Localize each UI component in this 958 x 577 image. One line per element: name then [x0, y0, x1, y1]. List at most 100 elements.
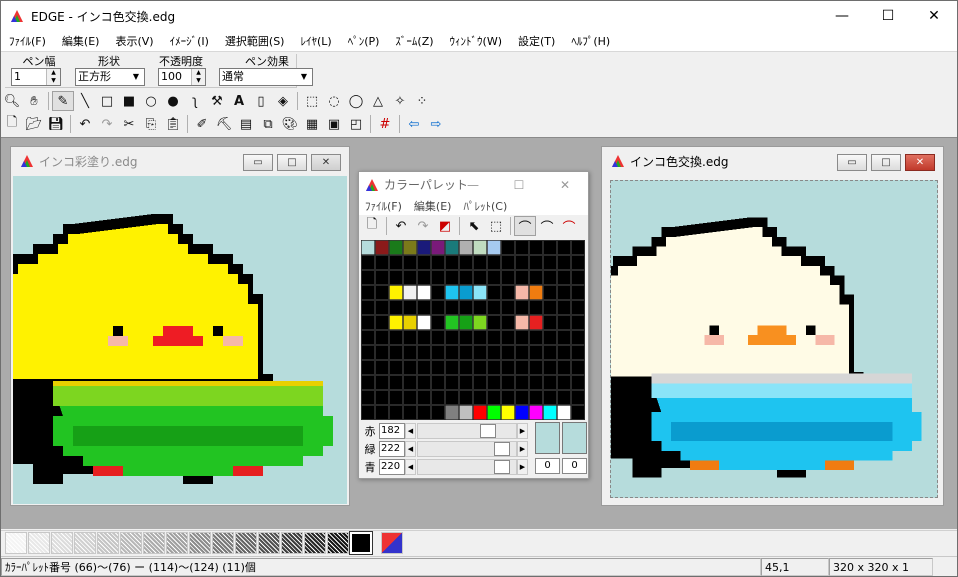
- new-icon[interactable]: 🗋︎: [361, 216, 383, 236]
- palette-swatch[interactable]: [473, 285, 487, 300]
- palette-swatch[interactable]: [459, 330, 473, 345]
- palette-swatch[interactable]: [431, 255, 445, 270]
- palette-swatch[interactable]: [557, 375, 571, 390]
- palette-swatch[interactable]: [445, 330, 459, 345]
- palette-swatch[interactable]: [361, 255, 375, 270]
- palette-swatch[interactable]: [557, 315, 571, 330]
- palette-swatch[interactable]: [557, 270, 571, 285]
- edit-palette-icon[interactable]: ✐: [191, 114, 213, 134]
- menu-edit[interactable]: 編集(E): [54, 33, 108, 49]
- spin-arrows-icon[interactable]: ▲ ▼: [46, 69, 60, 85]
- palette-swatch[interactable]: [571, 330, 585, 345]
- palette-swatch[interactable]: [389, 330, 403, 345]
- palette-swatch[interactable]: [361, 285, 375, 300]
- palette-swatch[interactable]: [557, 285, 571, 300]
- palette-swatch[interactable]: [431, 330, 445, 345]
- palette-swatch[interactable]: [361, 345, 375, 360]
- palette-swatch[interactable]: [375, 300, 389, 315]
- left-arrow-icon[interactable]: ◀: [405, 423, 416, 439]
- palette-swatch[interactable]: [361, 360, 375, 375]
- palette-swatch[interactable]: [515, 375, 529, 390]
- undo-icon[interactable]: ↶: [390, 216, 412, 236]
- palette-menu-file[interactable]: ﾌｧｲﾙ(F): [359, 198, 408, 214]
- palette-swatch[interactable]: [501, 315, 515, 330]
- menu-view[interactable]: 表示(V): [107, 33, 161, 49]
- palette-swatch[interactable]: [543, 390, 557, 405]
- palette-swatch[interactable]: [571, 345, 585, 360]
- palette-swatch[interactable]: [543, 315, 557, 330]
- palette-swatch[interactable]: [515, 240, 529, 255]
- effect-select[interactable]: 通常 ▼: [219, 68, 313, 86]
- palette-swatch[interactable]: [557, 405, 571, 420]
- palette-swatch[interactable]: [515, 360, 529, 375]
- palette-swatch[interactable]: [529, 300, 543, 315]
- palette-swatch[interactable]: [445, 405, 459, 420]
- next-icon[interactable]: ⇨: [425, 114, 447, 134]
- palette-swatch[interactable]: [501, 255, 515, 270]
- film-icon[interactable]: ▦: [301, 114, 323, 134]
- palette-swatch[interactable]: [501, 345, 515, 360]
- palette-swatch[interactable]: [487, 345, 501, 360]
- menu-image[interactable]: ｲﾒｰｼﾞ(I): [162, 33, 217, 49]
- pattern-swatch[interactable]: [166, 532, 188, 554]
- palette-swatch[interactable]: [515, 405, 529, 420]
- palette-swatch[interactable]: [375, 375, 389, 390]
- pattern-swatch[interactable]: [51, 532, 73, 554]
- palette-swatch[interactable]: [501, 270, 515, 285]
- palette-swatch[interactable]: [473, 270, 487, 285]
- menu-settings[interactable]: 設定(T): [510, 33, 563, 49]
- palette-swatch[interactable]: [389, 240, 403, 255]
- palette-swatch[interactable]: [403, 270, 417, 285]
- pattern-swatch[interactable]: [212, 532, 234, 554]
- palette-swatch[interactable]: [431, 375, 445, 390]
- close-button[interactable]: ✕: [911, 1, 957, 31]
- green-value[interactable]: 222: [379, 441, 405, 457]
- redo-icon[interactable]: ↷: [96, 114, 118, 134]
- palette-swatch[interactable]: [403, 405, 417, 420]
- pattern-swatch[interactable]: [349, 531, 373, 555]
- replace-icon[interactable]: ◈: [272, 91, 294, 111]
- prev-icon[interactable]: ⇦: [403, 114, 425, 134]
- palette-swatch[interactable]: [389, 360, 403, 375]
- palette-swatch[interactable]: [571, 255, 585, 270]
- palette-swatch[interactable]: [417, 375, 431, 390]
- palette-swatch[interactable]: [557, 330, 571, 345]
- pattern-swatch[interactable]: [143, 532, 165, 554]
- palette-swatch[interactable]: [487, 390, 501, 405]
- copy-icon[interactable]: ⎘: [140, 114, 162, 134]
- menu-help[interactable]: ﾍﾙﾌﾟ(H): [563, 33, 618, 49]
- eraser-icon[interactable]: ▯: [250, 91, 272, 111]
- palette-swatch[interactable]: [431, 390, 445, 405]
- palette-swatch[interactable]: [571, 285, 585, 300]
- palette-swatch[interactable]: [389, 270, 403, 285]
- palette-swatch[interactable]: [473, 330, 487, 345]
- palette-swatch[interactable]: [571, 300, 585, 315]
- gradient-swap-icon[interactable]: ⌒: [558, 216, 580, 236]
- new-icon[interactable]: 🗋︎: [1, 114, 23, 134]
- palette-swatch[interactable]: [403, 345, 417, 360]
- palette-swatch[interactable]: [529, 330, 543, 345]
- palette-swatch[interactable]: [417, 315, 431, 330]
- palette-swatch[interactable]: [501, 390, 515, 405]
- pen-icon[interactable]: ✎: [52, 91, 74, 111]
- polygon-select-icon[interactable]: △: [367, 91, 389, 111]
- swap-color-icon[interactable]: ◩: [434, 216, 456, 236]
- palette-swatch[interactable]: [557, 360, 571, 375]
- palette-swatch[interactable]: [529, 405, 543, 420]
- palette-swatch[interactable]: [403, 375, 417, 390]
- palette-swatch[interactable]: [361, 240, 375, 255]
- palette-swatch[interactable]: [375, 390, 389, 405]
- menu-window[interactable]: ｳｨﾝﾄﾞｳ(W): [442, 33, 510, 49]
- palette-swatch[interactable]: [543, 255, 557, 270]
- cut-icon[interactable]: ✂: [118, 114, 140, 134]
- palette-swatch[interactable]: [445, 315, 459, 330]
- palette-swatch[interactable]: [515, 285, 529, 300]
- palette-swatch[interactable]: [431, 285, 445, 300]
- palette-swatch[interactable]: [389, 315, 403, 330]
- pattern-swatch[interactable]: [304, 532, 326, 554]
- pattern-swatch[interactable]: [120, 532, 142, 554]
- palette-swatch[interactable]: [543, 240, 557, 255]
- palette-swatch[interactable]: [361, 315, 375, 330]
- palette-swatch[interactable]: [459, 405, 473, 420]
- palette-swatch[interactable]: [529, 390, 543, 405]
